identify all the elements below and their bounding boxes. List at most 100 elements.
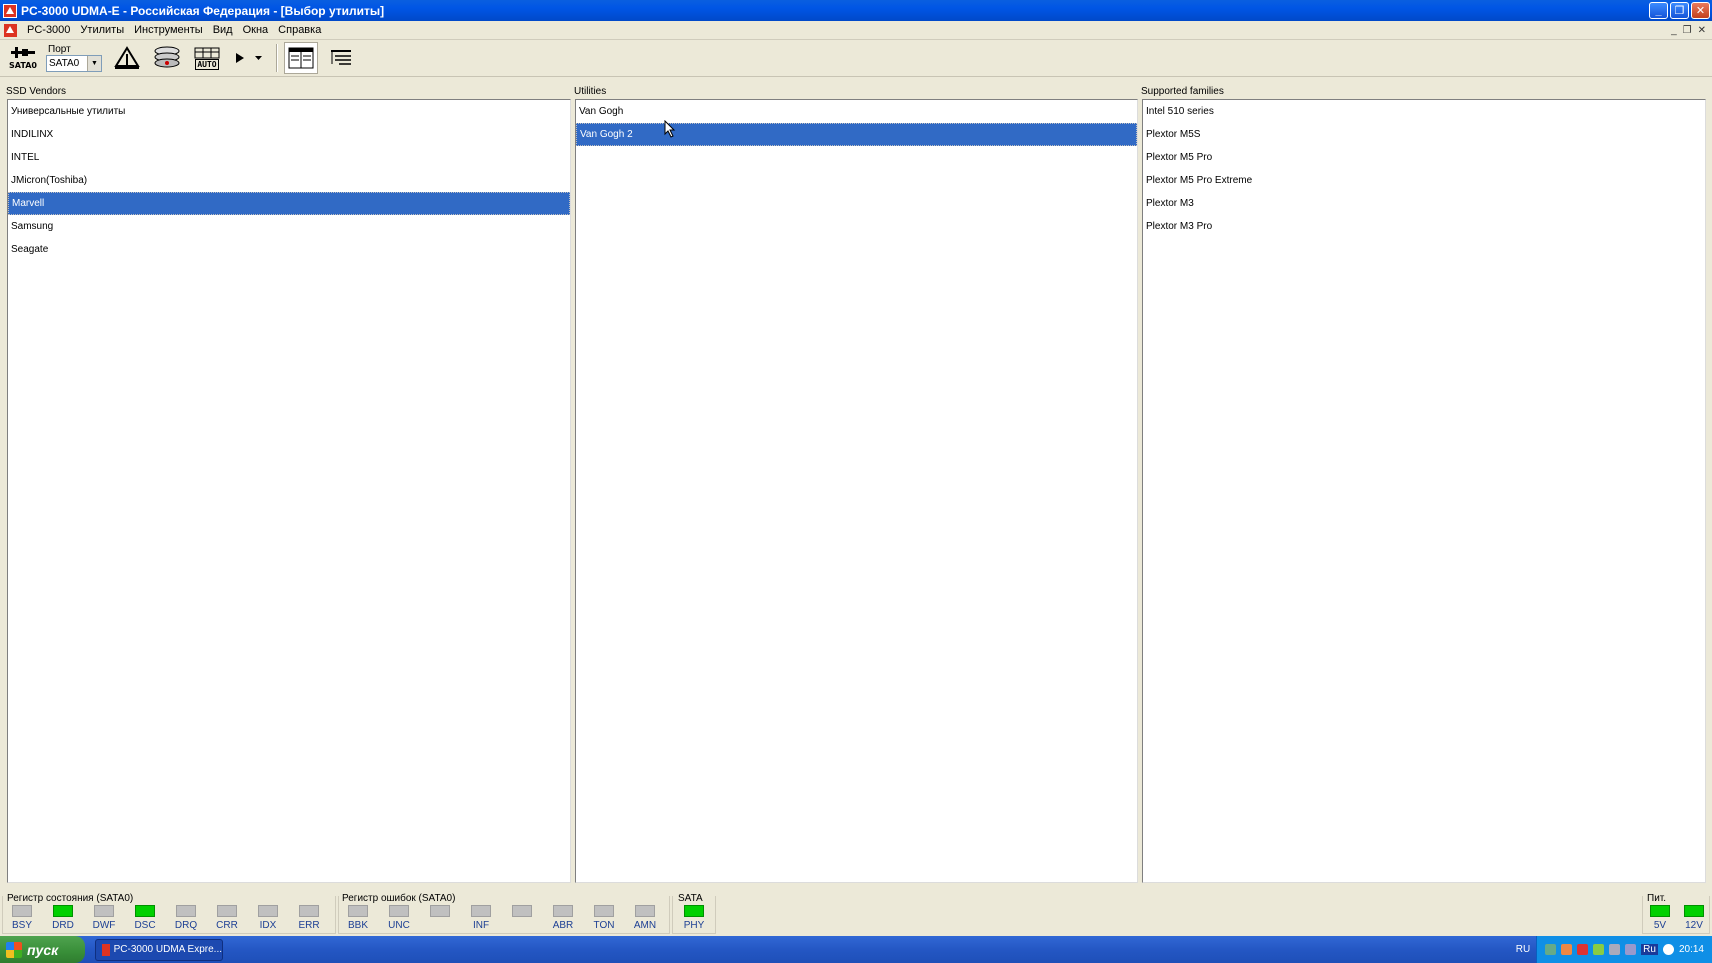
family-item[interactable]: Plextor M3 (1143, 192, 1705, 215)
start-button[interactable]: пуск (0, 936, 85, 963)
port-group: Порт SATA0 ▼ (46, 44, 102, 72)
language-indicator[interactable]: RU (1516, 944, 1530, 955)
indicator-label: BSY (11, 920, 32, 931)
indicator-drd (53, 905, 73, 917)
port-select[interactable]: SATA0 ▼ (46, 55, 102, 72)
app-icon[interactable] (3, 3, 17, 18)
indicator-label: DWF (92, 920, 116, 931)
indicator-label: CRR (216, 920, 238, 931)
indicator-drq (176, 905, 196, 917)
tree-view-button[interactable] (324, 42, 358, 74)
auto-button[interactable]: AUTO (190, 42, 224, 74)
sata-connector-icon (11, 47, 35, 58)
mdi-restore-button[interactable]: ❐ (1683, 25, 1692, 36)
layout-view-button[interactable] (284, 42, 318, 74)
family-item[interactable]: Plextor M5S (1143, 123, 1705, 146)
indicator-label: PHY (683, 920, 705, 931)
menu-tools[interactable]: Инструменты (129, 24, 208, 36)
indicator-label: AMN (633, 920, 657, 931)
tray-app-icon[interactable] (1593, 944, 1605, 955)
indicator-ton (594, 905, 614, 917)
mdi-close-button[interactable]: ✕ (1698, 25, 1706, 36)
clock[interactable]: 20:14 (1679, 944, 1704, 955)
menu-help[interactable]: Справка (273, 24, 326, 36)
vendor-item-samsung[interactable]: Samsung (8, 215, 570, 238)
indicator-err (299, 905, 319, 917)
minimize-button[interactable]: _ (1649, 2, 1668, 19)
toolbar-separator (276, 44, 278, 72)
tray-app-icon[interactable] (1609, 944, 1621, 955)
play-dropdown-button[interactable] (252, 42, 264, 74)
sata-label: SATA0 (9, 61, 37, 70)
family-item[interactable]: Plextor M3 Pro (1143, 215, 1705, 238)
menu-bar: PC-3000 Утилиты Инструменты Вид Окна Спр… (0, 21, 1712, 40)
network-icon[interactable] (1545, 944, 1557, 955)
indicator-label: IDX (259, 920, 277, 931)
indicator-unlabeled (512, 905, 532, 917)
speaker-icon[interactable] (1625, 944, 1637, 955)
vendor-item-intel[interactable]: INTEL (8, 146, 570, 169)
disk-button[interactable] (150, 42, 184, 74)
tray-language[interactable]: Ru (1641, 944, 1658, 955)
menu-windows[interactable]: Окна (238, 24, 274, 36)
document-icon[interactable] (4, 23, 17, 37)
menu-pc3000[interactable]: PC-3000 (22, 24, 75, 36)
sata-port-button[interactable]: SATA0 (6, 42, 40, 74)
utility-item-van-gogh-2[interactable]: Van Gogh 2 (576, 123, 1137, 146)
indicator-dwf (94, 905, 114, 917)
restore-button[interactable]: ❐ (1670, 2, 1689, 19)
sata-title: SATA (678, 893, 705, 904)
play-icon (236, 53, 244, 63)
vendors-panel-label: SSD Vendors (6, 86, 67, 97)
vendor-item-seagate[interactable]: Seagate (8, 238, 570, 261)
utility-item-van-gogh[interactable]: Van Gogh (576, 100, 1137, 123)
indicator-inf (471, 905, 491, 917)
indicator-label: INF (472, 920, 490, 931)
power-button[interactable] (110, 42, 144, 74)
indicator-label: TON (593, 920, 615, 931)
tray-app-icon[interactable] (1561, 944, 1573, 955)
mdi-minimize-button[interactable]: _ (1671, 25, 1677, 36)
vendor-item-indilinx[interactable]: INDILINX (8, 123, 570, 146)
disk-icon (154, 46, 180, 68)
port-select-value: SATA0 (49, 58, 80, 69)
families-list[interactable]: Intel 510 series Plextor M5S Plextor M5 … (1142, 99, 1706, 883)
tree-list-icon (331, 50, 351, 65)
vendor-item-marvell[interactable]: Marvell (8, 192, 570, 215)
family-item[interactable]: Plextor M5 Pro Extreme (1143, 169, 1705, 192)
close-button[interactable]: ✕ (1691, 2, 1710, 19)
vendors-list[interactable]: Универсальные утилиты INDILINX INTEL JMi… (7, 99, 571, 883)
tray-app-icon[interactable] (1577, 944, 1589, 955)
state-register-title: Регистр состояния (SATA0) (7, 893, 136, 904)
utilities-list[interactable]: Van Gogh Van Gogh 2 (575, 99, 1138, 883)
windows-logo-icon (6, 941, 22, 958)
chevron-down-icon (254, 56, 262, 60)
clock-icon (1662, 944, 1674, 955)
indicator-phy (684, 905, 704, 917)
auto-label: AUTO (195, 58, 219, 70)
indicator-amn (635, 905, 655, 917)
menu-utilities[interactable]: Утилиты (75, 24, 129, 36)
indicator-bsy (12, 905, 32, 917)
indicator-12v (1684, 905, 1704, 917)
taskbar-app-button[interactable]: PC-3000 UDMA Expre... (95, 938, 223, 961)
taskbar-app-label: PC-3000 UDMA Expre... (113, 944, 222, 955)
vendor-item-jmicron[interactable]: JMicron(Toshiba) (8, 169, 570, 192)
menu-view[interactable]: Вид (208, 24, 238, 36)
indicator-unc (389, 905, 409, 917)
indicator-unlabeled (430, 905, 450, 917)
layout-icon (288, 47, 314, 69)
status-area: Регистр состояния (SATA0) Регистр ошибок… (0, 886, 1712, 936)
power-icon (114, 46, 140, 69)
family-item[interactable]: Plextor M5 Pro (1143, 146, 1705, 169)
port-label: Порт (48, 44, 71, 55)
chevron-down-icon[interactable]: ▼ (87, 56, 101, 71)
indicator-idx (258, 905, 278, 917)
play-button[interactable] (230, 42, 250, 74)
toolbar: SATA0 Порт SATA0 ▼ AUTO (0, 40, 1712, 77)
indicator-5v (1650, 905, 1670, 917)
window-title: PC-3000 UDMA-E - Российская Федерация - … (21, 3, 385, 18)
vendor-item-universal[interactable]: Универсальные утилиты (8, 100, 570, 123)
family-item[interactable]: Intel 510 series (1143, 100, 1705, 123)
indicator-label: DRD (52, 920, 74, 931)
